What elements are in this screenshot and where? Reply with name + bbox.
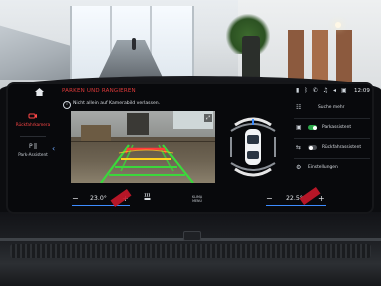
park-assistant-icon: ☷ xyxy=(296,104,302,111)
top-view-sensors xyxy=(223,111,283,183)
page-title: PARKEN UND RANGIEREN xyxy=(62,88,136,94)
infotainment-display: PARKEN UND RANGIEREN ▮ ᛒ ✆ ♫ ◂ ▣ 12:09 R… xyxy=(8,84,372,212)
search-more-label: Suche mehr xyxy=(318,105,345,110)
signal-icon: ▮ xyxy=(296,87,300,94)
air-vent xyxy=(10,244,371,258)
bluetooth-icon: ᛒ xyxy=(304,87,308,94)
expand-icon[interactable]: ⤢ xyxy=(204,114,212,122)
search-more-row[interactable]: ☷ Suche mehr xyxy=(294,102,370,114)
car-rear-window xyxy=(247,151,259,159)
music-icon: ♫ xyxy=(322,87,329,94)
direction-indicator xyxy=(252,119,254,125)
right-temp-indicator xyxy=(266,205,326,207)
nav-label-park-assistant: Park-Assistent xyxy=(18,152,48,157)
left-temp-value: 23.0° xyxy=(90,195,107,202)
settings-row[interactable]: ⚙ Einstellungen xyxy=(294,162,370,174)
panel-divider xyxy=(294,138,370,139)
clock: 12:09 xyxy=(354,88,370,94)
svg-text:P: P xyxy=(29,143,33,150)
park-assistant-label: Parkassistent xyxy=(322,125,352,130)
car-body xyxy=(245,129,261,165)
hazard-button[interactable] xyxy=(183,231,201,241)
warning-notice: i Nicht allein auf Kamerabild verlassen. xyxy=(62,100,302,110)
panel-divider xyxy=(294,118,370,119)
info-icon: i xyxy=(63,101,71,109)
right-temp-down-button[interactable]: − xyxy=(266,194,273,204)
park-assistant-row[interactable]: ▣ Parkassistent xyxy=(294,122,370,134)
volume-icon: ◂ xyxy=(333,87,337,94)
nav-divider xyxy=(20,136,46,137)
nav-item-park-assistant[interactable]: P Park-Assistent xyxy=(14,142,52,157)
media-icon: ▣ xyxy=(340,87,347,94)
nav-item-reverse-camera[interactable]: Rückfahrkamera xyxy=(14,112,52,127)
parking-guide-lines xyxy=(100,144,194,183)
rear-camera-view[interactable]: ⤢ xyxy=(71,111,215,183)
car-windshield xyxy=(247,135,259,144)
reverse-assist-row[interactable]: ⇆ Rückfahrassistent xyxy=(294,142,370,154)
left-temp-indicator xyxy=(72,205,130,207)
reverse-assist-label: Rückfahrassistent xyxy=(322,145,362,150)
chevron-left-icon[interactable]: ‹ xyxy=(52,144,55,153)
status-icons: ▮ ᛒ ✆ ♫ ◂ ▣ xyxy=(296,87,350,94)
panel-divider xyxy=(294,158,370,159)
nav-label-reverse-camera: Rückfahrkamera xyxy=(15,122,51,127)
notice-text: Nicht allein auf Kamerabild verlassen. xyxy=(73,101,161,106)
phone-icon: ✆ xyxy=(312,87,318,94)
reverse-assist-toggle[interactable] xyxy=(308,145,317,150)
background-light xyxy=(335,22,341,28)
gear-icon: ⚙ xyxy=(296,164,302,171)
background-plant-pot xyxy=(242,36,260,82)
park-assistant-toggle[interactable] xyxy=(308,125,317,130)
parking-assist-icon: P xyxy=(29,143,37,150)
park-icon: ▣ xyxy=(296,124,302,131)
right-panel: ☷ Suche mehr ▣ Parkassistent ⇆ Rückfahra… xyxy=(294,102,370,182)
guide-line-right-outer xyxy=(162,144,194,183)
home-icon[interactable] xyxy=(35,88,44,96)
settings-label: Einstellungen xyxy=(308,165,338,170)
right-temp-up-button[interactable]: + xyxy=(318,194,325,204)
reverse-assist-icon: ⇆ xyxy=(296,144,302,151)
top-bar: PARKEN UND RANGIEREN ▮ ᛒ ✆ ♫ ◂ ▣ 12:09 xyxy=(8,84,372,100)
reverse-camera-icon xyxy=(28,113,37,119)
left-temp-down-button[interactable]: − xyxy=(72,194,79,204)
seat-heating-icon[interactable] xyxy=(144,192,151,201)
background-person xyxy=(132,38,136,50)
climate-menu-label[interactable]: KLIMA MENÜ xyxy=(192,195,202,203)
